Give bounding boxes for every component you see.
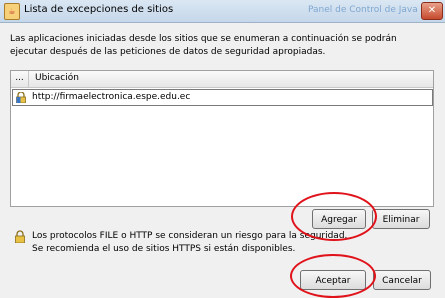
- security-info-line2: Se recomienda el uso de sitios HTTPS si …: [32, 244, 296, 254]
- column-header-location[interactable]: Ubicación: [35, 73, 79, 83]
- description-text: Las aplicaciones iniciadas desde los sit…: [10, 34, 397, 57]
- annotation-circle-add: [291, 192, 377, 241]
- column-header-dots[interactable]: ...: [11, 71, 29, 87]
- table-row[interactable]: http://firmaelectronica.espe.edu.ec: [12, 89, 433, 106]
- cancel-button[interactable]: Cancelar: [373, 270, 431, 290]
- site-url: http://firmaelectronica.espe.edu.ec: [32, 92, 191, 102]
- security-info: Los protocolos FILE o HTTP se consideran…: [32, 230, 347, 256]
- background-window-title: Panel de Control de Java: [308, 5, 418, 15]
- exception-site-table[interactable]: ... Ubicación http://firmaelectronica.es…: [10, 70, 434, 207]
- annotation-circle-accept: [290, 254, 376, 298]
- window-title: Lista de excepciones de sitios: [24, 4, 174, 15]
- title-bar[interactable]: ☕ Lista de excepciones de sitios Panel d…: [0, 0, 445, 23]
- table-header: ... Ubicación: [11, 71, 433, 88]
- java-app-icon: ☕: [4, 3, 20, 20]
- lock-icon: [16, 92, 26, 103]
- close-button[interactable]: ✕: [421, 2, 443, 20]
- lock-warning-icon: [15, 230, 25, 243]
- remove-button[interactable]: Eliminar: [372, 209, 430, 229]
